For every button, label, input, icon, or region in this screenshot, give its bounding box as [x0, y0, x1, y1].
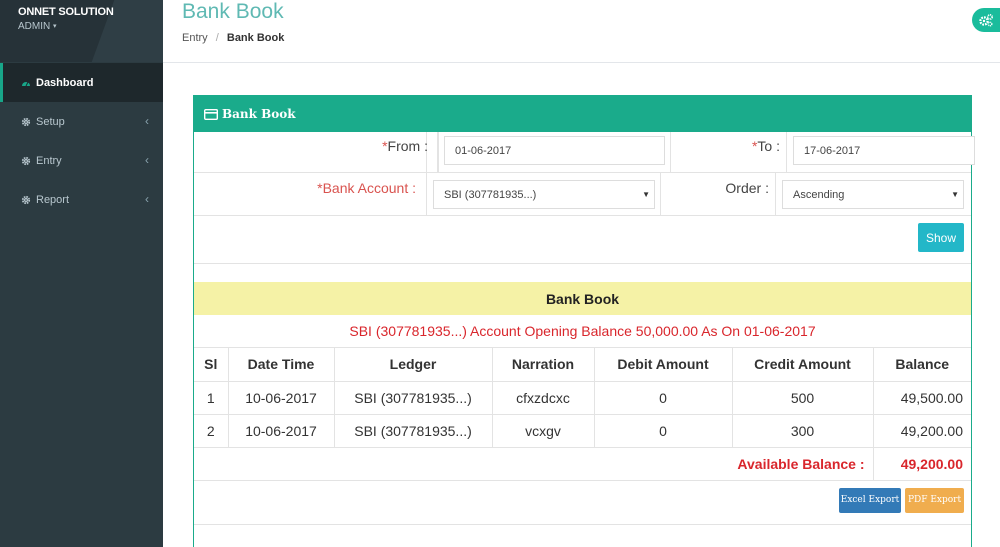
- sidebar-item-label: Report: [36, 193, 70, 206]
- cell-ledger: SBI (307781935...): [333, 413, 493, 448]
- cogs-icon: [979, 13, 994, 27]
- sidebar-item-label: Dashboard: [36, 76, 94, 89]
- available-balance-value: 49,200.00: [872, 446, 971, 481]
- column-header: Narration: [491, 348, 595, 382]
- to-label: *To :: [671, 132, 787, 172]
- to-date-input[interactable]: 17-06-2017: [793, 136, 975, 165]
- user-role-dropdown[interactable]: ADMIN ▾: [18, 21, 163, 32]
- gear-icon: [21, 195, 31, 204]
- breadcrumb-entry-link[interactable]: Entry: [182, 32, 208, 44]
- cell-narration: vcxgv: [491, 413, 595, 448]
- opening-balance-text: SBI (307781935...) Account Opening Balan…: [194, 315, 971, 348]
- from-label: *From :: [205, 132, 438, 172]
- content-area: Bank Book *From : 01-06-2017 *To : 17-06…: [163, 63, 1000, 547]
- column-header: Sl: [194, 348, 229, 382]
- total-row: Available Balance : 49,200.00: [194, 446, 971, 481]
- brand-block: ONNET SOLUTION ADMIN ▾: [0, 0, 163, 62]
- excel-export-button[interactable]: Excel Export: [839, 487, 901, 513]
- cell-debit: 0: [593, 413, 733, 448]
- dropdown-arrow-icon: ▼: [642, 190, 650, 199]
- order-label-text: Order :: [725, 180, 769, 196]
- table-header-row: Sl Date Time Ledger Narration Debit Amou…: [194, 348, 971, 382]
- main-content: Bank Book Entry / Bank Book Bank Book *F…: [163, 0, 1000, 547]
- cell-narration: cfxzdcxc: [491, 380, 595, 415]
- to-date-value: 17-06-2017: [804, 144, 861, 157]
- gear-icon: [21, 156, 31, 165]
- bank-book-panel: Bank Book *From : 01-06-2017 *To : 17-06…: [193, 95, 975, 547]
- brand-name: ONNET SOLUTION: [18, 6, 114, 18]
- cell-balance: 49,500.00: [872, 380, 971, 415]
- from-date-input[interactable]: 01-06-2017: [444, 136, 665, 165]
- sidebar: ONNET SOLUTION ADMIN ▾ Dashboard Setup ‹…: [0, 0, 163, 547]
- cell-ledger: SBI (307781935...): [333, 380, 493, 415]
- report-title: Bank Book: [194, 282, 971, 315]
- breadcrumb-separator: /: [215, 32, 219, 44]
- column-header: Ledger: [333, 348, 493, 382]
- sidebar-menu: Dashboard Setup ‹ Entry ‹ Report ‹: [0, 63, 163, 219]
- table-row: 1 10-06-2017 SBI (307781935...) cfxzdcxc…: [194, 380, 971, 415]
- dropdown-arrow-icon: ▼: [951, 190, 959, 199]
- table-row: 2 10-06-2017 SBI (307781935...) vcxgv 0 …: [194, 413, 971, 448]
- to-label-text: To :: [757, 138, 780, 154]
- sidebar-item-report[interactable]: Report ‹: [0, 180, 163, 219]
- export-row: Excel Export PDF Export: [194, 481, 971, 525]
- user-role-label: ADMIN: [18, 21, 51, 32]
- breadcrumb: Entry / Bank Book: [182, 32, 1000, 44]
- panel-title: Bank Book: [222, 107, 296, 121]
- show-row: Show: [194, 216, 971, 264]
- sidebar-item-label: Entry: [36, 154, 62, 167]
- date-range-row: *From : 01-06-2017 *To : 17-06-2017: [194, 132, 975, 173]
- caret-down-icon: ▾: [53, 23, 57, 30]
- chevron-left-icon: ‹: [145, 153, 149, 167]
- settings-toggle-button[interactable]: [972, 8, 1000, 32]
- from-label-text: From :: [387, 138, 428, 154]
- order-select[interactable]: Ascending ▼: [782, 180, 964, 209]
- column-header: Debit Amount: [593, 348, 733, 382]
- cell-date: 10-06-2017: [227, 413, 335, 448]
- bank-account-label: *Bank Account :: [194, 173, 427, 215]
- column-header: Credit Amount: [731, 348, 874, 382]
- breadcrumb-current: Bank Book: [226, 32, 285, 44]
- cell-credit: 500: [731, 380, 874, 415]
- sidebar-item-setup[interactable]: Setup ‹: [0, 102, 163, 141]
- page-title: Bank Book: [182, 0, 284, 23]
- cell-sl: 2: [194, 413, 229, 448]
- ledger-table: Sl Date Time Ledger Narration Debit Amou…: [194, 348, 971, 481]
- bank-account-select[interactable]: SBI (307781935...) ▼: [433, 180, 655, 209]
- gear-icon: [21, 117, 31, 126]
- bank-account-value: SBI (307781935...): [444, 188, 537, 201]
- show-button[interactable]: Show: [918, 223, 964, 252]
- panel-header: Bank Book: [194, 96, 971, 132]
- cell-date: 10-06-2017: [227, 380, 335, 415]
- column-header: Balance: [872, 348, 971, 382]
- cell-sl: 1: [194, 380, 229, 415]
- cell-debit: 0: [593, 380, 733, 415]
- available-balance-label: Available Balance :: [194, 446, 874, 481]
- chevron-left-icon: ‹: [145, 114, 149, 128]
- from-date-value: 01-06-2017: [455, 144, 512, 157]
- order-value: Ascending: [793, 188, 845, 201]
- cell-balance: 49,200.00: [872, 413, 971, 448]
- account-order-row: *Bank Account : SBI (307781935...) ▼ Ord…: [194, 173, 971, 216]
- bank-account-label-text: Bank Account :: [322, 180, 416, 196]
- cell-credit: 300: [731, 413, 874, 448]
- pdf-export-button[interactable]: PDF Export: [905, 487, 964, 513]
- date-fields: *From : 01-06-2017 *To : 17-06-2017: [382, 132, 975, 172]
- dashboard-icon: [22, 81, 30, 86]
- chevron-left-icon: ‹: [145, 192, 149, 206]
- sidebar-item-label: Setup: [36, 115, 65, 128]
- page-header: Bank Book Entry / Bank Book: [163, 0, 1000, 63]
- sidebar-item-dashboard[interactable]: Dashboard: [0, 63, 163, 102]
- order-label: Order :: [660, 173, 776, 215]
- column-header: Date Time: [227, 348, 335, 382]
- credit-card-icon: [204, 108, 218, 120]
- sidebar-item-entry[interactable]: Entry ‹: [0, 141, 163, 180]
